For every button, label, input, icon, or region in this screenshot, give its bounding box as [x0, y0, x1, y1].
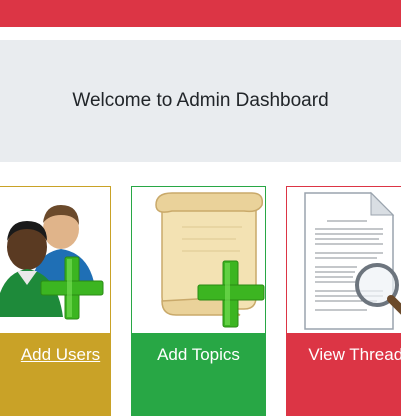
top-navbar: [0, 0, 401, 27]
document-magnifier-icon: [287, 187, 401, 332]
welcome-banner: Welcome to Admin Dashboard: [0, 40, 401, 162]
add-topics-footer[interactable]: Add Topics: [132, 333, 265, 415]
view-threads-card[interactable]: View Threads: [286, 186, 401, 416]
page-title: Welcome to Admin Dashboard: [72, 90, 329, 111]
add-users-card[interactable]: Add Users: [0, 186, 111, 416]
users-add-icon: [0, 187, 110, 332]
add-topics-link[interactable]: Add Topics: [157, 345, 240, 365]
view-threads-link[interactable]: View Threads: [290, 345, 401, 365]
scroll-add-icon: [132, 187, 265, 332]
view-threads-footer[interactable]: View Threads: [287, 333, 401, 415]
add-topics-card[interactable]: Add Topics: [131, 186, 266, 416]
add-users-footer[interactable]: Add Users: [0, 333, 110, 415]
add-users-link[interactable]: Add Users: [5, 345, 100, 365]
